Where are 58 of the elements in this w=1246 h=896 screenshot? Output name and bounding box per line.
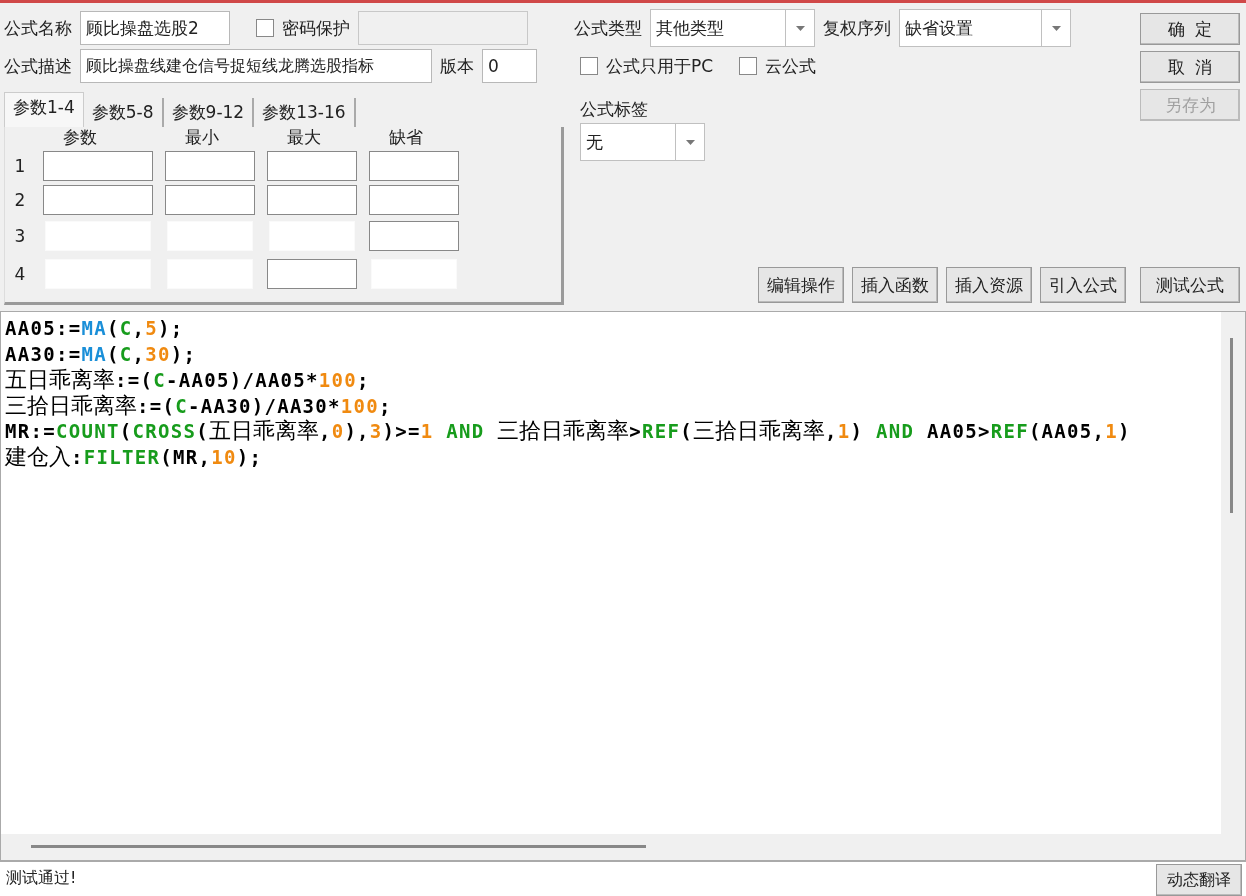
row-number: 4 — [13, 264, 27, 284]
param-field[interactable] — [267, 259, 357, 289]
param-field[interactable] — [369, 151, 459, 181]
param-field[interactable] — [267, 151, 357, 181]
translate-button[interactable]: 动态翻译 — [1156, 864, 1242, 896]
checkbox[interactable] — [739, 57, 758, 75]
field-label: 公式名称 — [4, 16, 72, 40]
code-line: AA05:=MA(C,5); — [5, 316, 185, 341]
param-field[interactable] — [165, 151, 255, 181]
param-field[interactable] — [369, 221, 459, 251]
param-field[interactable] — [165, 185, 255, 215]
field-label: 公式标签 — [579, 97, 649, 121]
version-field[interactable]: 0 — [482, 49, 537, 83]
field-label: 版本 — [440, 54, 474, 78]
row-number: 1 — [13, 156, 27, 176]
code-line: MR:=COUNT(CROSS(五日乖离率,0),3)>=1 AND 三拾日乖离率>REF(三拾日乖离率,1) AND AA05>REF(AA05,1) — [5, 418, 1132, 444]
column-header: 参数 — [62, 127, 98, 147]
column-header: 缺省 — [388, 127, 424, 147]
description-field[interactable]: 顾比操盘线建仓信号捉短线龙腾选股指标 — [80, 49, 432, 83]
tool-button[interactable]: 引入公式 — [1040, 267, 1126, 303]
type-dropdown[interactable]: 其他类型 — [650, 9, 815, 47]
checkbox-label: 密码保护 — [282, 16, 350, 40]
adjust-dropdown[interactable]: 缺省设置 — [899, 9, 1071, 47]
tool-button[interactable]: 编辑操作 — [758, 267, 844, 303]
column-header: 最小 — [184, 127, 220, 147]
code-line: 三拾日乖离率:=(C-AA30)/AA30*100; — [5, 392, 393, 418]
code-line: 建仓入:FILTER(MR,10); — [5, 443, 264, 469]
tool-button[interactable]: 插入资源 — [946, 267, 1032, 303]
row-number: 2 — [13, 190, 27, 210]
checkbox-label: 公式只用于PC — [606, 54, 714, 78]
tab[interactable]: 参数1-4 — [4, 92, 84, 127]
column-header: 最大 — [286, 127, 322, 147]
caret-icon — [795, 25, 805, 31]
dialog-button[interactable]: 确 定 — [1140, 13, 1240, 45]
param-field[interactable] — [267, 185, 357, 215]
param-field[interactable] — [43, 151, 153, 181]
caret-icon — [1051, 25, 1061, 31]
status-message: 测试通过! — [5, 867, 78, 889]
code-line: 五日乖离率:=(C-AA05)/AA05*100; — [5, 367, 371, 393]
row-number: 3 — [13, 226, 27, 246]
tool-button[interactable]: 测试公式 — [1140, 267, 1240, 303]
param-field[interactable] — [369, 185, 459, 215]
checkbox-label: 云公式 — [765, 54, 817, 78]
dialog-button[interactable]: 取 消 — [1140, 51, 1240, 83]
horizontal-scrollbar[interactable] — [1, 834, 1245, 860]
checkbox[interactable] — [256, 19, 274, 37]
name-field[interactable]: 顾比操盘选股2 — [80, 11, 230, 45]
field-label: 复权序列 — [823, 16, 891, 40]
tag-dropdown[interactable]: 无 — [580, 123, 705, 161]
caret-icon — [685, 139, 695, 145]
vertical-scrollbar[interactable] — [1221, 312, 1245, 834]
tool-button[interactable]: 插入函数 — [852, 267, 938, 303]
field-label: 公式描述 — [4, 54, 72, 78]
param-field[interactable] — [43, 185, 153, 215]
checkbox[interactable] — [580, 57, 598, 75]
code-editor[interactable]: AA05:=MA(C,5); AA30:=MA(C,30); 五日乖离率:=(C-AA05)/AA05*100; 三拾日乖离率:=(C-AA30)/AA30*100; MR:=COUNT(CROSS(五日乖离率,0),3)>=1 AND 三拾日乖离率>REF(三拾日乖离率,1) AND AA05>REF(AA05,1) 建仓入:FILTER(MR,10); — [0, 311, 1246, 861]
field-label: 公式类型 — [574, 16, 642, 40]
code-line: AA30:=MA(C,30); — [5, 341, 198, 367]
